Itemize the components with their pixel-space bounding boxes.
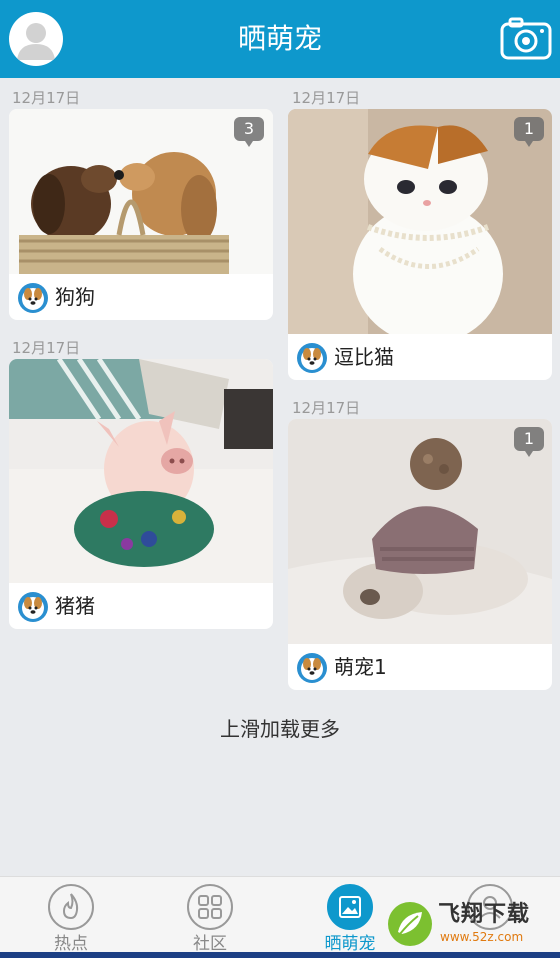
post-date: 12月17日 — [292, 89, 361, 107]
tab-label: 热点 — [54, 934, 88, 954]
pet-logo-icon — [297, 343, 327, 373]
load-more-hint: 上滑加载更多 — [220, 717, 340, 741]
pet-name[interactable]: 萌宠1 — [334, 654, 387, 680]
bottom-edge — [0, 952, 560, 958]
tab-community[interactable]: 社区 — [180, 882, 240, 956]
post-card-dogs[interactable]: 3 狗狗 — [9, 109, 273, 320]
watermark-title: 飞翔下载 — [438, 902, 531, 927]
tab-hot[interactable]: 热点 — [41, 882, 101, 956]
post-date: 12月17日 — [12, 339, 81, 357]
flame-icon — [48, 884, 94, 930]
post-footer: 狗狗 — [9, 274, 273, 320]
pet-logo-icon — [18, 283, 48, 313]
pet-name[interactable]: 逗比猫 — [334, 344, 394, 370]
page-title: 晒萌宠 — [237, 22, 322, 55]
dogs-photo[interactable]: 3 — [9, 109, 273, 274]
comment-count-badge: 3 — [234, 117, 264, 147]
leaf-logo-icon — [388, 902, 432, 946]
pet-name[interactable]: 猪猪 — [55, 593, 95, 619]
tab-show-pets[interactable]: 晒萌宠 — [320, 882, 380, 956]
camera-icon[interactable] — [500, 16, 552, 60]
pet-name[interactable]: 狗狗 — [55, 284, 95, 310]
tab-label: 社区 — [193, 934, 227, 954]
post-date: 12月17日 — [12, 89, 81, 107]
app-header: 晒萌宠 — [0, 0, 560, 78]
bunny-photo[interactable]: 1 — [288, 419, 552, 644]
site-watermark: 飞翔下载 www.52z.com — [388, 900, 558, 954]
post-card-cat[interactable]: 1 逗比猫 — [288, 109, 552, 380]
post-footer: 猪猪 — [9, 583, 273, 629]
post-date: 12月17日 — [292, 399, 361, 417]
grid-icon — [187, 884, 233, 930]
tab-label: 晒萌宠 — [324, 934, 376, 954]
pet-logo-icon — [297, 653, 327, 683]
post-card-bunny[interactable]: 1 萌宠1 — [288, 419, 552, 690]
pig-photo[interactable] — [9, 359, 273, 583]
comment-count-badge: 1 — [514, 117, 544, 147]
watermark-url: www.52z.com — [440, 930, 524, 944]
comment-count-badge: 1 — [514, 427, 544, 457]
cat-photo[interactable]: 1 — [288, 109, 552, 334]
post-footer: 逗比猫 — [288, 334, 552, 380]
post-card-pig[interactable]: 猪猪 — [9, 359, 273, 629]
post-footer: 萌宠1 — [288, 644, 552, 690]
pet-logo-icon — [18, 592, 48, 622]
photo-icon — [327, 884, 373, 930]
